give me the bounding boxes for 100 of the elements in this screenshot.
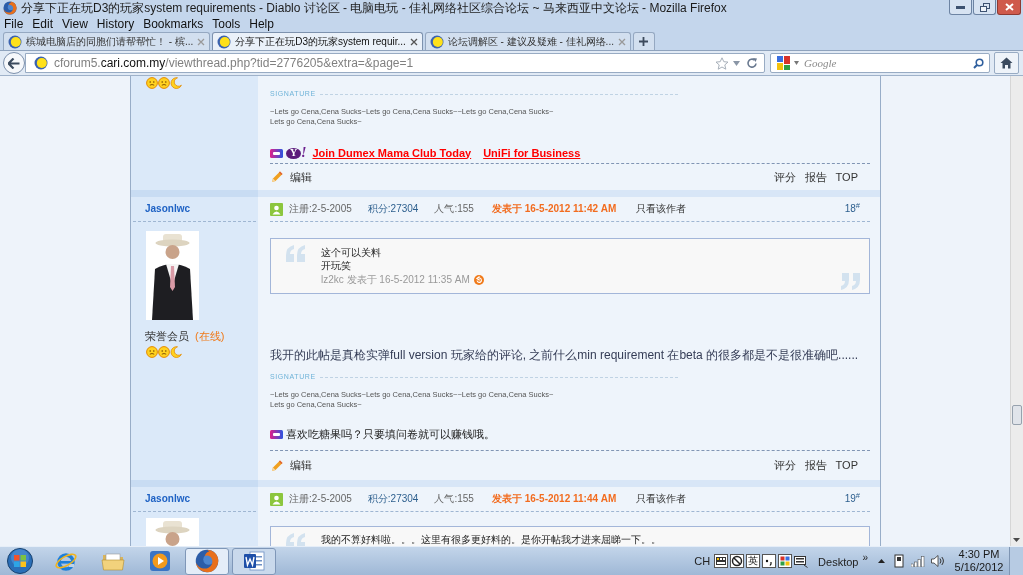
- user-icon: [270, 492, 283, 506]
- keyboard-icon[interactable]: [714, 554, 729, 568]
- document-icon: [242, 549, 266, 573]
- registration-date: 注册:2-5-2005: [289, 203, 352, 215]
- start-button[interactable]: [5, 547, 35, 575]
- ad-link[interactable]: 喜欢吃糖果吗？只要填问卷就可以赚钱哦。: [286, 427, 495, 441]
- minimize-button[interactable]: [949, 0, 972, 15]
- close-quote-icon: [841, 273, 861, 290]
- open-quote-icon: [286, 533, 306, 546]
- menu-item[interactable]: Edit: [32, 17, 54, 31]
- search-icon[interactable]: [973, 57, 984, 69]
- toolbar-overflow-chevron[interactable]: »: [862, 553, 868, 563]
- author-name-link[interactable]: Jasonlwc: [145, 203, 191, 215]
- scroll-down-arrow-icon[interactable]: [1013, 538, 1020, 542]
- browser-tab[interactable]: 分享下正在玩D3的玩家system requir...: [212, 32, 423, 50]
- scrollbar-thumb[interactable]: [1012, 405, 1022, 425]
- points-count: 积分:27304: [367, 203, 419, 215]
- post-action-link[interactable]: 评分: [773, 170, 796, 184]
- punctuation-mode-icon[interactable]: [762, 554, 777, 568]
- search-input[interactable]: Google: [804, 55, 973, 71]
- clock-time[interactable]: 4:30 PM: [958, 548, 1000, 561]
- post-time: 发表于 16-5-2012 11:42 AM: [491, 203, 617, 215]
- crescent-moon-icon: [170, 77, 182, 89]
- ad-link[interactable]: Join Dumex Mama Club Today: [312, 146, 472, 160]
- edit-link[interactable]: 编辑: [290, 459, 312, 472]
- url-field[interactable]: cforum5.cari.com.my/viewthread.php?tid=2776205&extra=&page=1: [25, 53, 765, 73]
- dropdown-triangle-icon[interactable]: [733, 60, 740, 66]
- sad-face-icon: [146, 77, 158, 89]
- post-number-link[interactable]: 18$^{#}$: [844, 203, 860, 215]
- edit-link[interactable]: 编辑: [290, 170, 312, 184]
- restore-icon: [979, 2, 990, 12]
- clock-date[interactable]: 5/16/2012: [954, 561, 1004, 574]
- new-tab-button[interactable]: [632, 32, 655, 50]
- post-action-link[interactable]: 报告: [804, 459, 827, 472]
- author-name-link[interactable]: Jasonlwc: [145, 493, 191, 505]
- close-icon: [1004, 3, 1014, 11]
- taskbar-button[interactable]: [232, 547, 276, 575]
- post-action-link[interactable]: TOP: [835, 170, 858, 184]
- user-icon: [270, 202, 283, 216]
- soft-keyboard-icon[interactable]: [794, 554, 809, 568]
- quote-text: 开玩笑: [321, 260, 351, 272]
- menu-item[interactable]: History: [96, 17, 135, 31]
- star-icon[interactable]: [715, 56, 729, 70]
- browser-tab[interactable]: 论坛调解区 - 建议及疑难 - 佳礼网络...: [424, 32, 631, 50]
- menu-item[interactable]: Bookmarks: [143, 17, 204, 31]
- registration-date: 注册:2-5-2005: [289, 493, 352, 505]
- post-number-link[interactable]: 19$^{#}$: [844, 493, 860, 505]
- color-squares-icon[interactable]: [778, 554, 793, 568]
- ad-link[interactable]: UniFi for Business: [483, 146, 581, 160]
- popularity-count: 人气:155: [434, 203, 474, 215]
- online-status: (在线): [195, 330, 225, 343]
- menu-item[interactable]: Tools: [212, 17, 241, 31]
- search-field[interactable]: Google: [770, 53, 990, 73]
- tab-close-icon[interactable]: [409, 37, 418, 46]
- input-language-indicator[interactable]: CH: [694, 554, 711, 568]
- ad-badge-icon: [270, 148, 283, 158]
- menu-item[interactable]: Help: [249, 17, 274, 31]
- popularity-count: 人气:155: [434, 493, 474, 505]
- prohibited-icon[interactable]: [730, 554, 745, 568]
- firefox-logo-icon: [3, 1, 17, 15]
- home-icon: [1000, 57, 1013, 69]
- post-action-link[interactable]: 评分: [773, 459, 796, 472]
- speaker-icon[interactable]: [931, 555, 945, 567]
- taskbar-button[interactable]: [185, 547, 229, 575]
- ad-badge-icon: [270, 429, 283, 439]
- dropdown-triangle-icon[interactable]: [794, 61, 799, 65]
- favicon-icon: [217, 34, 232, 49]
- home-button[interactable]: [994, 52, 1019, 74]
- back-button[interactable]: [3, 52, 25, 74]
- reply-arrow-icon[interactable]: [473, 274, 484, 285]
- points-count: 积分:27304: [367, 493, 419, 505]
- favicon-icon: [8, 34, 22, 49]
- media-play-icon: [148, 549, 172, 573]
- post-time: 发表于 16-5-2012 11:44 AM: [491, 493, 617, 505]
- window-title: 分享下正在玩D3的玩家system requirements - Diablo 讨论区 - 电脑电玩 - 佳礼网络社区综合论坛 ~ 马来西亚中文论坛 - Mozilla Firefox: [21, 1, 727, 15]
- sad-face-icon: [158, 77, 170, 89]
- search-engine-icon[interactable]: [777, 56, 791, 70]
- menu-item[interactable]: View: [62, 17, 88, 31]
- pencil-icon: [270, 458, 284, 473]
- browser-tab[interactable]: 槟城电脑店的同胞们请帮帮忙！ - 槟...: [3, 32, 211, 50]
- post-action-link[interactable]: 报告: [804, 170, 827, 184]
- author-only-link[interactable]: 只看该作者: [636, 493, 687, 505]
- show-hidden-icons-icon[interactable]: [878, 559, 885, 563]
- desktop-toolbar-label[interactable]: Desktop: [818, 556, 859, 569]
- signal-bars-icon[interactable]: [911, 555, 925, 567]
- member-rank: 荣誉会员: [145, 330, 189, 343]
- close-button[interactable]: [997, 0, 1021, 15]
- quote-byline: lz2kc 发表于 16-5-2012 11:35 AM: [321, 273, 470, 286]
- restore-button[interactable]: [973, 0, 996, 15]
- start-orb-icon: [7, 548, 33, 574]
- quote-text: 我的不算好料啦。。。这里有很多更好料的。是你开帖我才进来屈睇一下。。: [321, 534, 661, 546]
- post-action-link[interactable]: TOP: [835, 459, 858, 472]
- author-only-link[interactable]: 只看该作者: [636, 203, 687, 215]
- input-mode-indicator[interactable]: 英: [746, 554, 761, 568]
- reload-icon[interactable]: [746, 57, 758, 69]
- crescent-moon-icon: [170, 346, 182, 358]
- post-message: 我开的此帖是真枪实弹full version 玩家给的评论, 之前什么min requirement 在beta 的很多都是不是很准确吧......: [270, 347, 859, 363]
- pencil-icon: [270, 170, 284, 184]
- menu-item[interactable]: File: [4, 17, 24, 31]
- device-icon[interactable]: [893, 554, 905, 568]
